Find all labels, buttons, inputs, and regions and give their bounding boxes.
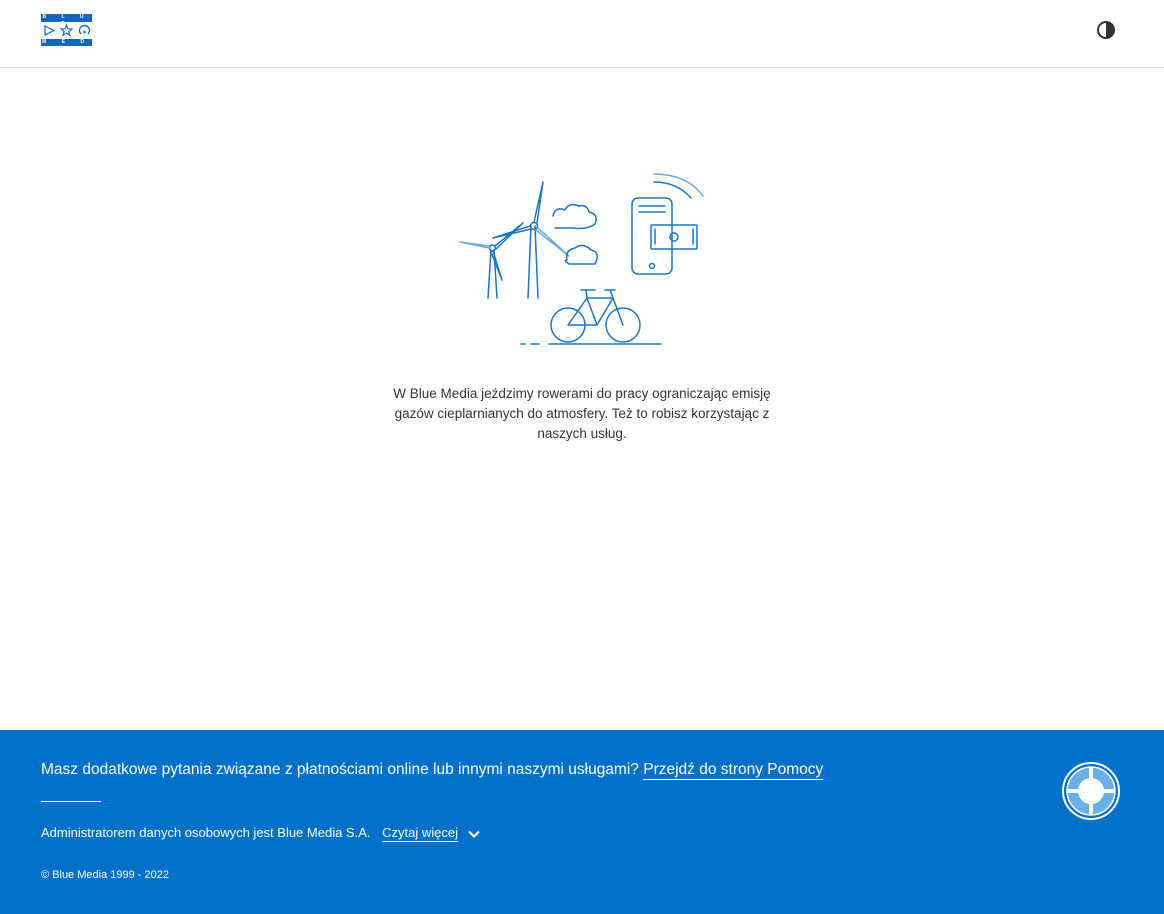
wind-turbines-bike-phone-illustration bbox=[455, 168, 715, 353]
eco-message: W Blue Media jeździmy rowerami do pracy … bbox=[393, 386, 771, 441]
contrast-icon bbox=[1097, 21, 1115, 39]
logo-icons bbox=[41, 22, 92, 39]
chevron-down-icon[interactable] bbox=[467, 830, 480, 838]
help-line: Masz dodatkowe pytania związane z płatno… bbox=[41, 761, 824, 780]
help-page-link[interactable]: Przejdź do strony Pomocy bbox=[643, 761, 824, 780]
help-question: Masz dodatkowe pytania związane z płatno… bbox=[41, 761, 639, 778]
copyright: © Blue Media 1999 - 2022 bbox=[41, 869, 169, 881]
read-more-link[interactable]: Czytaj więcej bbox=[382, 825, 458, 842]
blue-media-logo[interactable]: B L U E M E D I A bbox=[41, 14, 92, 52]
lifebuoy-icon bbox=[1062, 762, 1120, 820]
footer-divider bbox=[41, 801, 101, 802]
admin-line: Administratorem danych osobowych jest Bl… bbox=[41, 825, 480, 842]
contrast-toggle-button[interactable] bbox=[1095, 19, 1117, 41]
footer: Masz dodatkowe pytania związane z płatno… bbox=[0, 730, 1164, 914]
header: B L U E M E D I A bbox=[0, 0, 1164, 68]
admin-text: Administratorem danych osobowych jest Bl… bbox=[41, 825, 371, 840]
logo-bottom-text: M E D I A bbox=[42, 39, 91, 52]
help-lifebuoy-button[interactable] bbox=[1061, 761, 1121, 821]
